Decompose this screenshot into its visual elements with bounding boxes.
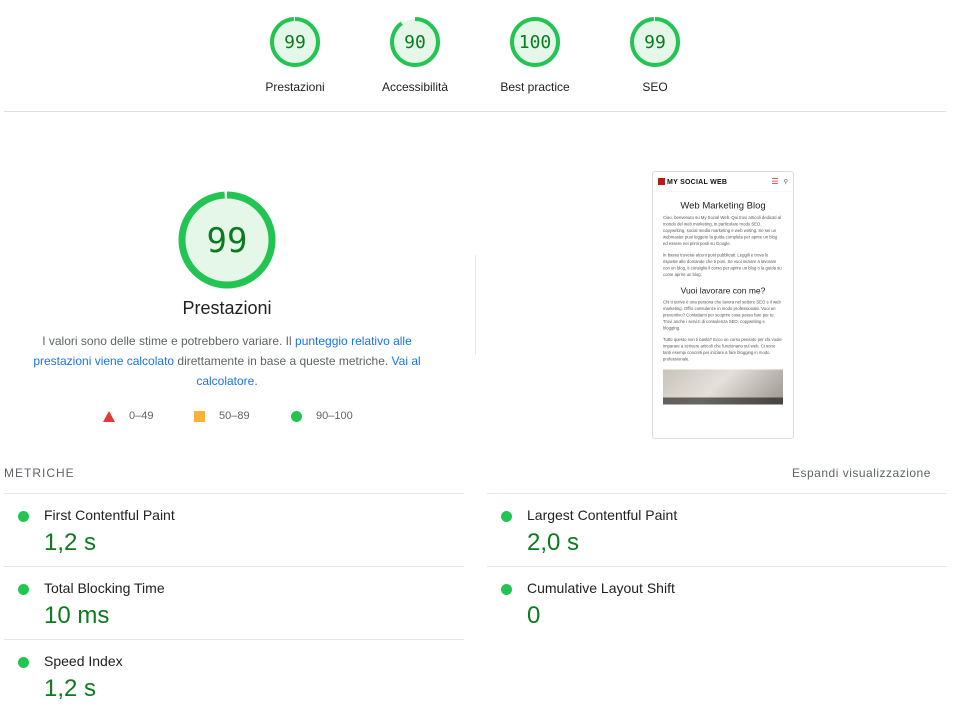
legend-range: 90–100 [316,410,353,422]
site-logo: MY SOCIAL WEB [667,177,728,186]
score-legend: 0–49 50–89 90–100 [0,410,454,426]
gauge-ring: 100 [510,17,560,67]
gauge-performance[interactable]: 99 Prestazioni [235,16,355,94]
site-paragraph: Tutto questo non ti basta? Ecco un corso… [663,337,782,362]
divider [475,255,476,355]
gauge-score: 99 [644,32,666,53]
legend-range: 0–49 [129,410,154,422]
metric-lcp: Largest Contentful Paint 2,0 s [487,493,947,567]
metric-name: First Contentful Paint [44,507,175,523]
performance-description: I valori sono delle stime e potrebbero v… [30,331,424,391]
gauge-accessibility[interactable]: 90 Accessibilità [355,16,475,94]
pass-circle-icon [501,584,512,595]
performance-title: Prestazioni [182,298,272,318]
gauge-ring: 99 [630,17,680,67]
legend-fail: 0–49 [103,410,153,422]
description-text: . [254,374,258,388]
gauge-ring: 99 [178,191,276,289]
metric-name: Speed Index [44,653,123,669]
metric-speed-index: Speed Index 1,2 s [4,639,464,713]
metric-name: Largest Contentful Paint [527,507,678,523]
metric-fcp: First Contentful Paint 1,2 s [4,493,464,567]
pass-circle-icon [18,657,29,668]
triangle-icon [103,410,115,422]
site-image [663,369,783,405]
metric-value: 1,2 s [44,529,97,556]
divider [4,111,946,112]
pass-circle-icon [18,511,29,522]
metric-name: Cumulative Layout Shift [527,580,675,596]
summary-gauges: 99 Prestazioni 90 Accessibilità 100 Best… [0,16,953,106]
gauge-score: 100 [519,32,552,53]
circle-icon [291,410,302,422]
gauge-score: 99 [284,32,306,53]
metric-name: Total Blocking Time [44,580,165,596]
performance-score: 99 [207,221,248,261]
gauge-label: Best practice [500,80,570,94]
square-icon [194,410,205,422]
metric-value: 10 ms [44,602,110,629]
gauge-score: 90 [404,32,426,53]
gauge-seo[interactable]: 99 SEO [595,16,715,94]
gauge-label: Accessibilità [381,80,449,94]
metrics-header: METRICHE [4,466,75,480]
gauge-label: Prestazioni [265,80,325,94]
description-text: I valori sono delle stime e potrebbero v… [42,334,296,348]
metric-value: 2,0 s [527,529,580,556]
site-heading: Web Marketing Blog [680,200,766,212]
gauge-ring: 99 [270,17,320,67]
legend-pass: 90–100 [291,410,353,422]
legend-average: 50–89 [194,410,250,422]
site-paragraph: Chi ti scrive è una persona che lavora n… [663,299,781,331]
metric-value: 1,2 s [44,675,97,702]
site-subheading: Vuoi lavorare con me? [680,286,766,296]
metric-tbt: Total Blocking Time 10 ms [4,566,464,640]
pass-circle-icon [501,511,512,522]
legend-range: 50–89 [219,410,250,422]
page-screenshot-thumbnail[interactable]: MY SOCIAL WEB ☰ ⚲ Web Marketing Blog Cia… [652,171,794,439]
hamburger-icon: ☰ [771,177,779,187]
search-icon: ⚲ [783,178,788,185]
pass-circle-icon [18,584,29,595]
metric-cls: Cumulative Layout Shift 0 [487,566,947,640]
gauge-best-practices[interactable]: 100 Best practice [475,16,595,94]
gauge-label: SEO [642,80,668,94]
site-paragraph: Ciao, benvenuto su My Social Web. Qui tr… [663,215,782,246]
logo-icon [658,178,665,185]
site-paragraph: In basso troverai alcuni post pubblicati… [663,252,782,278]
site-header: MY SOCIAL WEB ☰ ⚲ [653,172,793,192]
expand-view-toggle[interactable]: Espandi visualizzazione [792,466,931,480]
metric-value: 0 [527,602,541,629]
performance-gauge: 99 [177,190,277,290]
description-text: direttamente in base a queste metriche. [174,354,392,368]
gauge-ring: 90 [390,17,440,67]
